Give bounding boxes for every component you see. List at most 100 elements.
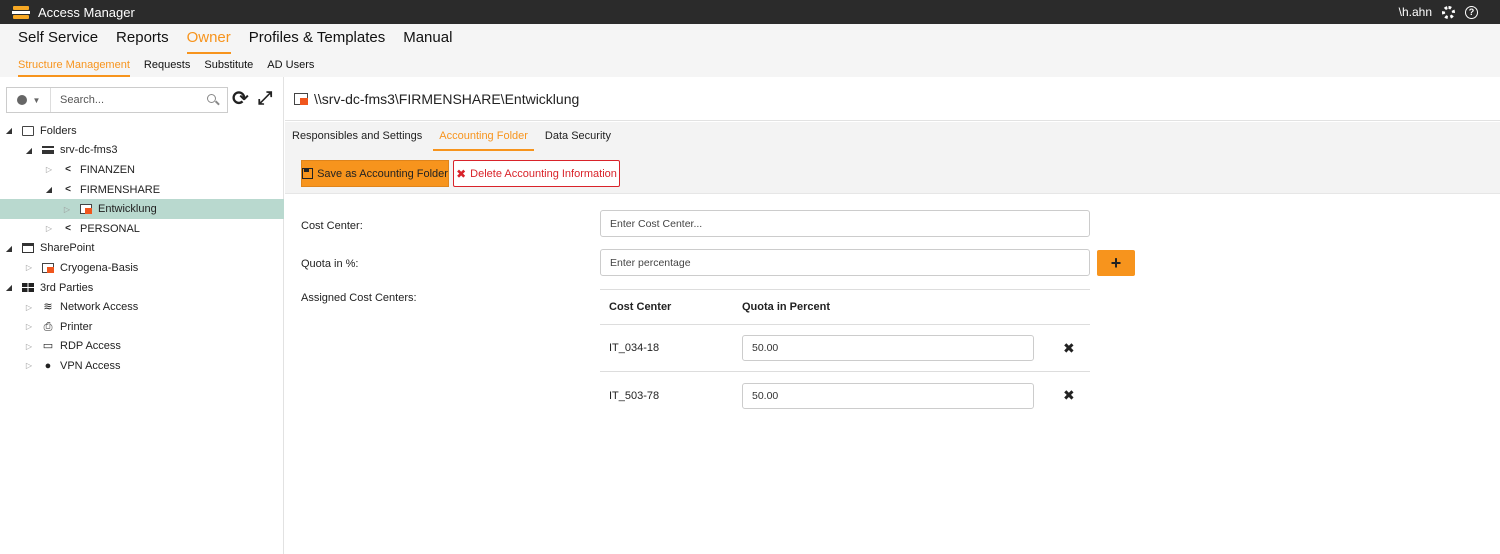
detail-panel: \\srv-dc-fms3\FIRMENSHARE\Entwicklung Re… (285, 77, 1500, 554)
save-accounting-folder-button[interactable]: Save as Accounting Folder (301, 160, 449, 187)
delete-button-label: Delete Accounting Information (470, 167, 617, 180)
search-scope-dropdown[interactable]: ▼ (7, 88, 51, 112)
quota-label: Quota in %: (301, 258, 359, 270)
save-button-label: Save as Accounting Folder (317, 167, 448, 180)
tree-node-label: FIRMENSHARE (80, 183, 161, 196)
sharepoint-site-icon (42, 262, 54, 273)
tree-node-label: RDP Access (60, 340, 121, 353)
accounting-folder-icon (80, 204, 92, 215)
caret-collapsed-icon[interactable]: ▷ (24, 322, 34, 331)
tree-node-folders[interactable]: ◢ Folders (0, 121, 284, 141)
grid-icon (22, 283, 34, 293)
assigned-cost-centers-label: Assigned Cost Centers: (301, 292, 417, 304)
caret-expanded-icon[interactable]: ◢ (24, 146, 34, 155)
caret-expanded-icon[interactable]: ◢ (44, 185, 54, 194)
nav-self-service[interactable]: Self Service (18, 29, 98, 54)
save-icon (302, 168, 314, 179)
table-row: IT_503-78 ✖ (600, 372, 1090, 419)
tree-node-label: Folders (40, 124, 77, 137)
quota-input[interactable] (600, 249, 1090, 276)
nav-owner[interactable]: Owner (186, 29, 231, 54)
caret-collapsed-icon[interactable]: ▷ (24, 303, 34, 312)
cost-center-cell: IT_034-18 (609, 342, 660, 354)
search-icon[interactable] (207, 94, 220, 106)
globe-icon: ● (44, 359, 52, 372)
tree-node-rdp-access[interactable]: ▷ ▭ RDP Access (0, 337, 284, 357)
caret-collapsed-icon[interactable]: ▷ (44, 224, 54, 233)
search-input[interactable] (51, 89, 207, 111)
table-row: IT_034-18 ✖ (600, 325, 1090, 372)
tree-node-label: Printer (60, 320, 93, 333)
share-icon: < (65, 183, 71, 195)
help-icon[interactable]: ? (1465, 5, 1478, 19)
caret-collapsed-icon[interactable]: ▷ (24, 263, 34, 272)
tree-node-sharepoint[interactable]: ◢ SharePoint (0, 239, 284, 259)
tab-responsibles-settings[interactable]: Responsibles and Settings (292, 122, 422, 151)
app-logo-icon (12, 4, 30, 20)
quota-cell-input[interactable] (742, 335, 1034, 361)
nav-manual[interactable]: Manual (403, 29, 452, 54)
tree-node-vpn-access[interactable]: ▷ ● VPN Access (0, 356, 284, 376)
tree-node-label: PERSONAL (80, 222, 140, 235)
tree-node-personal[interactable]: ▷ < PERSONAL (0, 219, 284, 239)
search-bar: ▼ (6, 87, 228, 113)
tree-node-network-access[interactable]: ▷ ≋ Network Access (0, 297, 284, 317)
title-bar: Access Manager \h.ahn ? (0, 0, 1500, 24)
close-icon: ✖ (456, 166, 467, 181)
add-cost-center-button[interactable]: + (1097, 250, 1135, 276)
subnav-requests[interactable]: Requests (144, 59, 190, 77)
cost-center-input[interactable] (600, 210, 1090, 237)
tree-node-label: 3rd Parties (40, 281, 94, 294)
nav-reports[interactable]: Reports (116, 29, 169, 54)
tree-node-label: VPN Access (60, 359, 121, 372)
chevron-down-icon: ▼ (32, 95, 41, 105)
subnav-ad-users[interactable]: AD Users (267, 59, 314, 77)
delete-accounting-info-button[interactable]: ✖ Delete Accounting Information (453, 160, 620, 187)
column-header-quota: Quota in Percent (742, 301, 831, 313)
tree-node-firmenshare[interactable]: ◢ < FIRMENSHARE (0, 180, 284, 200)
nav-profiles-templates[interactable]: Profiles & Templates (249, 29, 385, 54)
assigned-cost-centers-table: Cost Center Quota in Percent IT_034-18 ✖… (600, 289, 1090, 419)
quota-cell-input[interactable] (742, 382, 1034, 409)
tree-node-label: SharePoint (40, 242, 95, 255)
server-icon (42, 146, 54, 155)
refresh-icon[interactable]: ⟳ (232, 89, 249, 109)
app-title: Access Manager (38, 4, 135, 20)
caret-expanded-icon[interactable]: ◢ (4, 126, 14, 135)
remove-row-icon[interactable]: ✖ (1063, 387, 1075, 404)
tabs-toolbar: Responsibles and Settings Accounting Fol… (285, 122, 1500, 194)
user-name[interactable]: \h.ahn (1399, 5, 1432, 19)
tree-node-entwicklung[interactable]: ▷ Entwicklung (0, 199, 284, 219)
caret-collapsed-icon[interactable]: ▷ (24, 361, 34, 370)
path-header: \\srv-dc-fms3\FIRMENSHARE\Entwicklung (285, 77, 1500, 121)
tree-node-label: Entwicklung (98, 203, 157, 216)
window-icon (22, 243, 34, 254)
caret-expanded-icon[interactable]: ◢ (4, 283, 14, 292)
tree-node-label: FINANZEN (80, 163, 135, 176)
tree-node-server[interactable]: ◢ srv-dc-fms3 (0, 141, 284, 161)
tab-data-security[interactable]: Data Security (545, 122, 611, 151)
tree-node-finanzen[interactable]: ▷ < FINANZEN (0, 160, 284, 180)
gear-icon[interactable] (1442, 5, 1455, 19)
share-icon: < (65, 222, 71, 234)
expand-icon[interactable]: ⤢ (258, 89, 272, 107)
tree-node-printer[interactable]: ▷ ⎙ Printer (0, 317, 284, 337)
tab-accounting-folder[interactable]: Accounting Folder (433, 122, 534, 151)
tree-node-label: srv-dc-fms3 (60, 144, 118, 157)
caret-collapsed-icon[interactable]: ▷ (24, 342, 34, 351)
subnav-substitute[interactable]: Substitute (204, 59, 253, 77)
remove-row-icon[interactable]: ✖ (1063, 340, 1075, 357)
printer-icon: ⎙ (43, 320, 53, 333)
subnav-structure-management[interactable]: Structure Management (18, 59, 130, 77)
folder-path: \\srv-dc-fms3\FIRMENSHARE\Entwicklung (314, 90, 580, 107)
caret-collapsed-icon[interactable]: ▷ (62, 205, 72, 214)
tree-node-3rd-parties[interactable]: ◢ 3rd Parties (0, 278, 284, 298)
plus-icon: + (1110, 252, 1122, 273)
main-nav: Self Service Reports Owner Profiles & Te… (0, 24, 1500, 54)
tree-node-label: Cryogena-Basis (60, 261, 139, 274)
tree-node-cryogena[interactable]: ▷ Cryogena-Basis (0, 258, 284, 278)
structure-tree-panel: ▼ ⟳ ⤢ ◢ Folders ◢ srv-dc-fms3 ▷ < FINANZ… (0, 77, 284, 554)
caret-expanded-icon[interactable]: ◢ (4, 244, 14, 253)
tree-node-label: Network Access (60, 301, 139, 314)
caret-collapsed-icon[interactable]: ▷ (44, 165, 54, 174)
